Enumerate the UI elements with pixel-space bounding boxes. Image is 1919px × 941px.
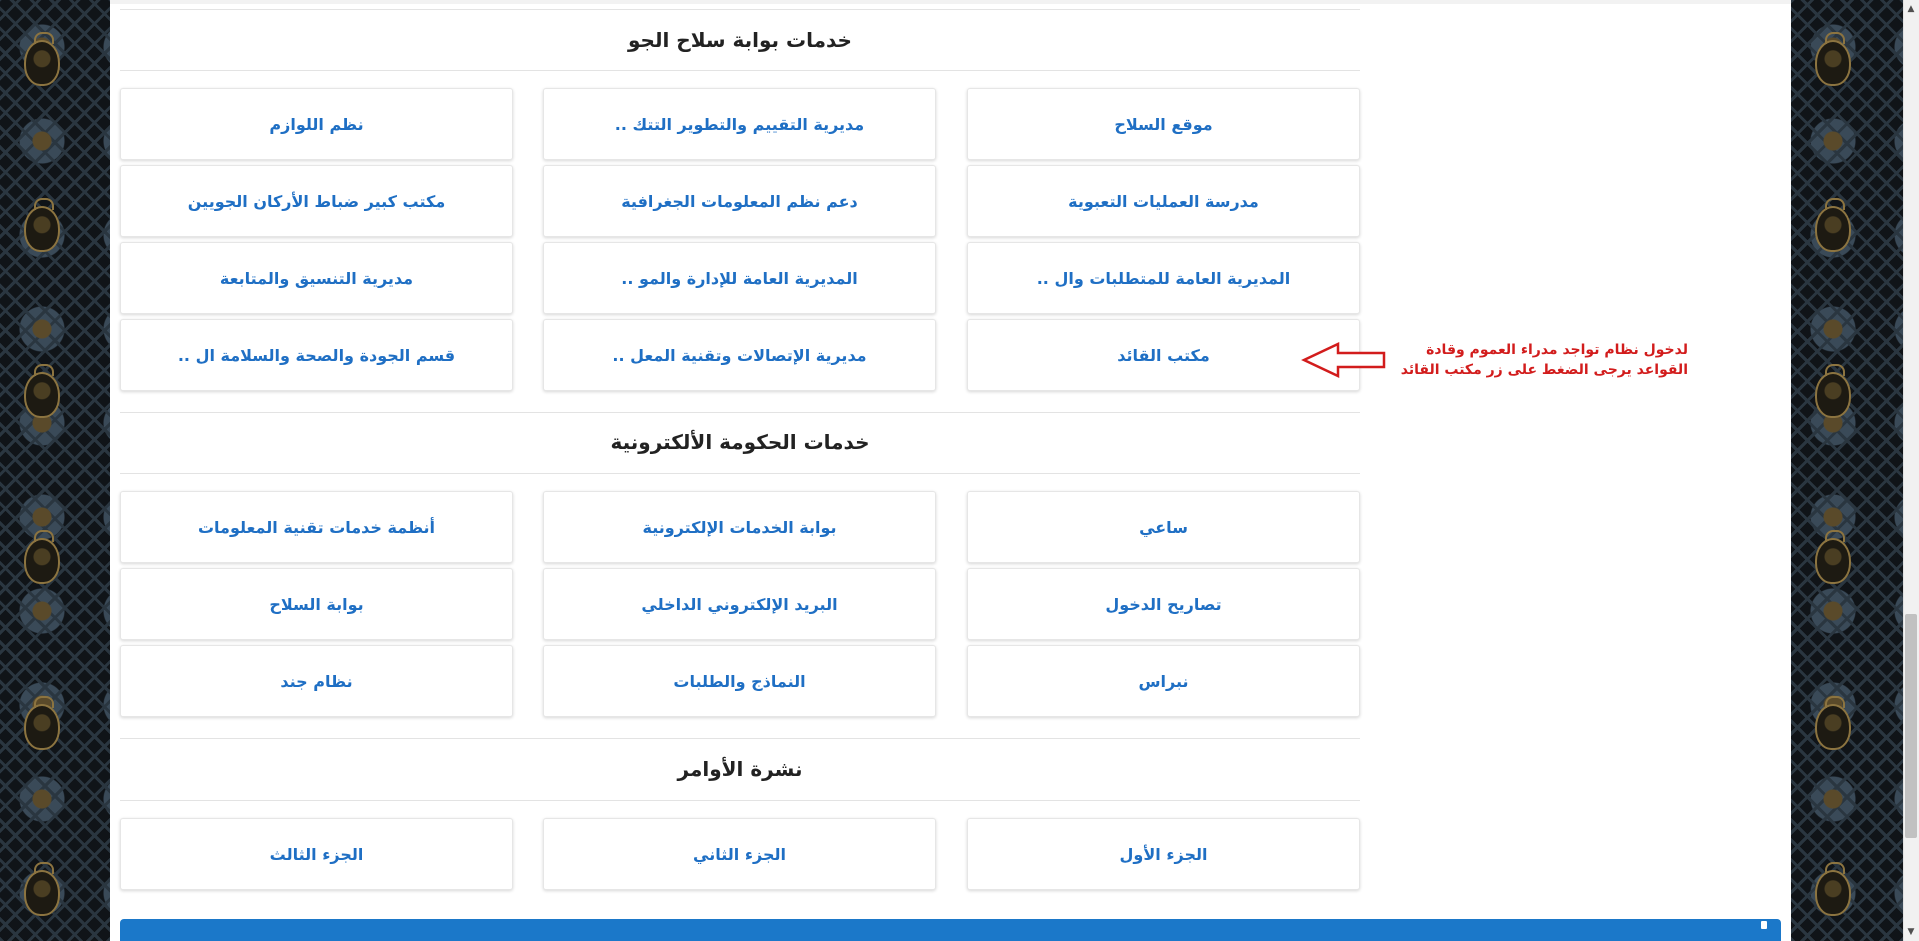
tile-label: النماذج والطلبات bbox=[673, 671, 806, 691]
tile-label: أنظمة خدمات تقنية المعلومات bbox=[197, 517, 436, 537]
tile-communications-directorate[interactable]: مديرية الإتصالات وتقنية المعل .. bbox=[543, 319, 936, 391]
tile-label: البريد الإلكتروني الداخلي bbox=[641, 594, 838, 614]
tile-forms-requests[interactable]: النماذج والطلبات bbox=[543, 645, 936, 717]
tile-label: ساعي bbox=[1139, 517, 1188, 537]
tile-jund-system[interactable]: نظام جند bbox=[120, 645, 513, 717]
tile-part-two[interactable]: الجزء الثاني bbox=[543, 818, 936, 890]
tile-label: بوابة الخدمات الإلكترونية bbox=[642, 517, 837, 537]
tile-nibras[interactable]: نبراس bbox=[967, 645, 1360, 717]
divider bbox=[120, 473, 1360, 474]
tile-label: تصاريح الدخول bbox=[1105, 594, 1222, 614]
footer-marker-icon bbox=[1761, 921, 1767, 929]
left-ornamental-panel bbox=[0, 0, 110, 941]
tile-administration-directorate[interactable]: المديرية العامة للإدارة والمو .. bbox=[543, 242, 936, 314]
divider bbox=[120, 9, 1360, 10]
emblem-icon bbox=[1815, 862, 1851, 916]
annotation-line: لدخول نظام تواجد مدراء العموم وقادة bbox=[1426, 342, 1688, 358]
scrollbar-thumb[interactable] bbox=[1905, 614, 1917, 838]
scroll-up-icon[interactable]: ▲ bbox=[1905, 2, 1917, 16]
tile-label: دعم نظم المعلومات الجغرافية bbox=[621, 191, 858, 211]
tile-label: المديرية العامة للمتطلبات وال .. bbox=[1036, 268, 1291, 288]
emblem-icon bbox=[24, 530, 60, 584]
tile-label: قسم الجودة والصحة والسلامة ال .. bbox=[177, 345, 456, 365]
divider bbox=[120, 70, 1360, 71]
section-title-egov: خدمات الحكومة الألكترونية bbox=[610, 430, 870, 454]
scroll-down-icon[interactable]: ▼ bbox=[1905, 925, 1917, 939]
tile-label: مديرية التقييم والتطوير التتك .. bbox=[614, 114, 865, 134]
footer-bar bbox=[120, 919, 1781, 941]
tile-label: الجزء الثالث bbox=[269, 844, 364, 864]
tile-coordination-directorate[interactable]: مديرية التنسيق والمتابعة bbox=[120, 242, 513, 314]
emblem-icon bbox=[1815, 32, 1851, 86]
tile-label: نبراس bbox=[1138, 671, 1189, 691]
emblem-icon bbox=[24, 198, 60, 252]
annotation-line: القواعد يرجى الضغط على زر مكتب القائد bbox=[1400, 362, 1688, 378]
emblem-icon bbox=[1815, 696, 1851, 750]
tile-gis-support[interactable]: دعم نظم المعلومات الجغرافية bbox=[543, 165, 936, 237]
tile-quality-safety[interactable]: قسم الجودة والصحة والسلامة ال .. bbox=[120, 319, 513, 391]
tile-it-services[interactable]: أنظمة خدمات تقنية المعلومات bbox=[120, 491, 513, 563]
tile-label: مديرية التنسيق والمتابعة bbox=[219, 268, 414, 288]
right-ornamental-panel bbox=[1791, 0, 1903, 941]
tile-label: بوابة السلاح bbox=[269, 594, 364, 614]
tile-chief-staff-office[interactable]: مكتب كبير ضباط الأركان الجويين bbox=[120, 165, 513, 237]
tile-label: الجزء الثاني bbox=[693, 844, 786, 864]
tile-label: نظام جند bbox=[280, 671, 353, 691]
divider bbox=[120, 738, 1360, 739]
tile-requirements-directorate[interactable]: المديرية العامة للمتطلبات وال .. bbox=[967, 242, 1360, 314]
red-arrow-icon bbox=[1301, 342, 1386, 378]
emblem-icon bbox=[1815, 364, 1851, 418]
tile-operations-school[interactable]: مدرسة العمليات التعبوية bbox=[967, 165, 1360, 237]
tile-weapon-site[interactable]: موقع السلاح bbox=[967, 88, 1360, 160]
emblem-icon bbox=[24, 32, 60, 86]
tile-internal-email[interactable]: البريد الإلكتروني الداخلي bbox=[543, 568, 936, 640]
emblem-icon bbox=[1815, 198, 1851, 252]
divider bbox=[120, 800, 1360, 801]
annotation-note: لدخول نظام تواجد مدراء العموم وقادة القو… bbox=[1388, 340, 1688, 380]
tile-saee[interactable]: ساعي bbox=[967, 491, 1360, 563]
tile-label: مكتب القائد bbox=[1117, 345, 1210, 365]
divider bbox=[120, 412, 1360, 413]
tile-evaluation-directorate[interactable]: مديرية التقييم والتطوير التتك .. bbox=[543, 88, 936, 160]
tile-label: مدرسة العمليات التعبوية bbox=[1068, 191, 1259, 211]
tile-supply-systems[interactable]: نظم اللوازم bbox=[120, 88, 513, 160]
emblem-icon bbox=[24, 364, 60, 418]
tile-eservices-portal[interactable]: بوابة الخدمات الإلكترونية bbox=[543, 491, 936, 563]
section-title-orders-bulletin: نشرة الأوامر bbox=[677, 757, 803, 781]
tile-entry-permits[interactable]: تصاريح الدخول bbox=[967, 568, 1360, 640]
tile-label: مكتب كبير ضباط الأركان الجويين bbox=[187, 191, 446, 211]
tile-label: المديرية العامة للإدارة والمو .. bbox=[621, 268, 858, 288]
tile-part-three[interactable]: الجزء الثالث bbox=[120, 818, 513, 890]
tile-part-one[interactable]: الجزء الأول bbox=[967, 818, 1360, 890]
emblem-icon bbox=[1815, 530, 1851, 584]
tile-weapon-portal[interactable]: بوابة السلاح bbox=[120, 568, 513, 640]
tile-label: موقع السلاح bbox=[1114, 114, 1213, 134]
section-title-airforce-portal: خدمات بوابة سلاح الجو bbox=[628, 28, 852, 52]
emblem-icon bbox=[24, 696, 60, 750]
tile-label: نظم اللوازم bbox=[269, 114, 364, 134]
tile-label: الجزء الأول bbox=[1119, 844, 1208, 864]
emblem-icon bbox=[24, 862, 60, 916]
tile-label: مديرية الإتصالات وتقنية المعل .. bbox=[612, 345, 867, 365]
